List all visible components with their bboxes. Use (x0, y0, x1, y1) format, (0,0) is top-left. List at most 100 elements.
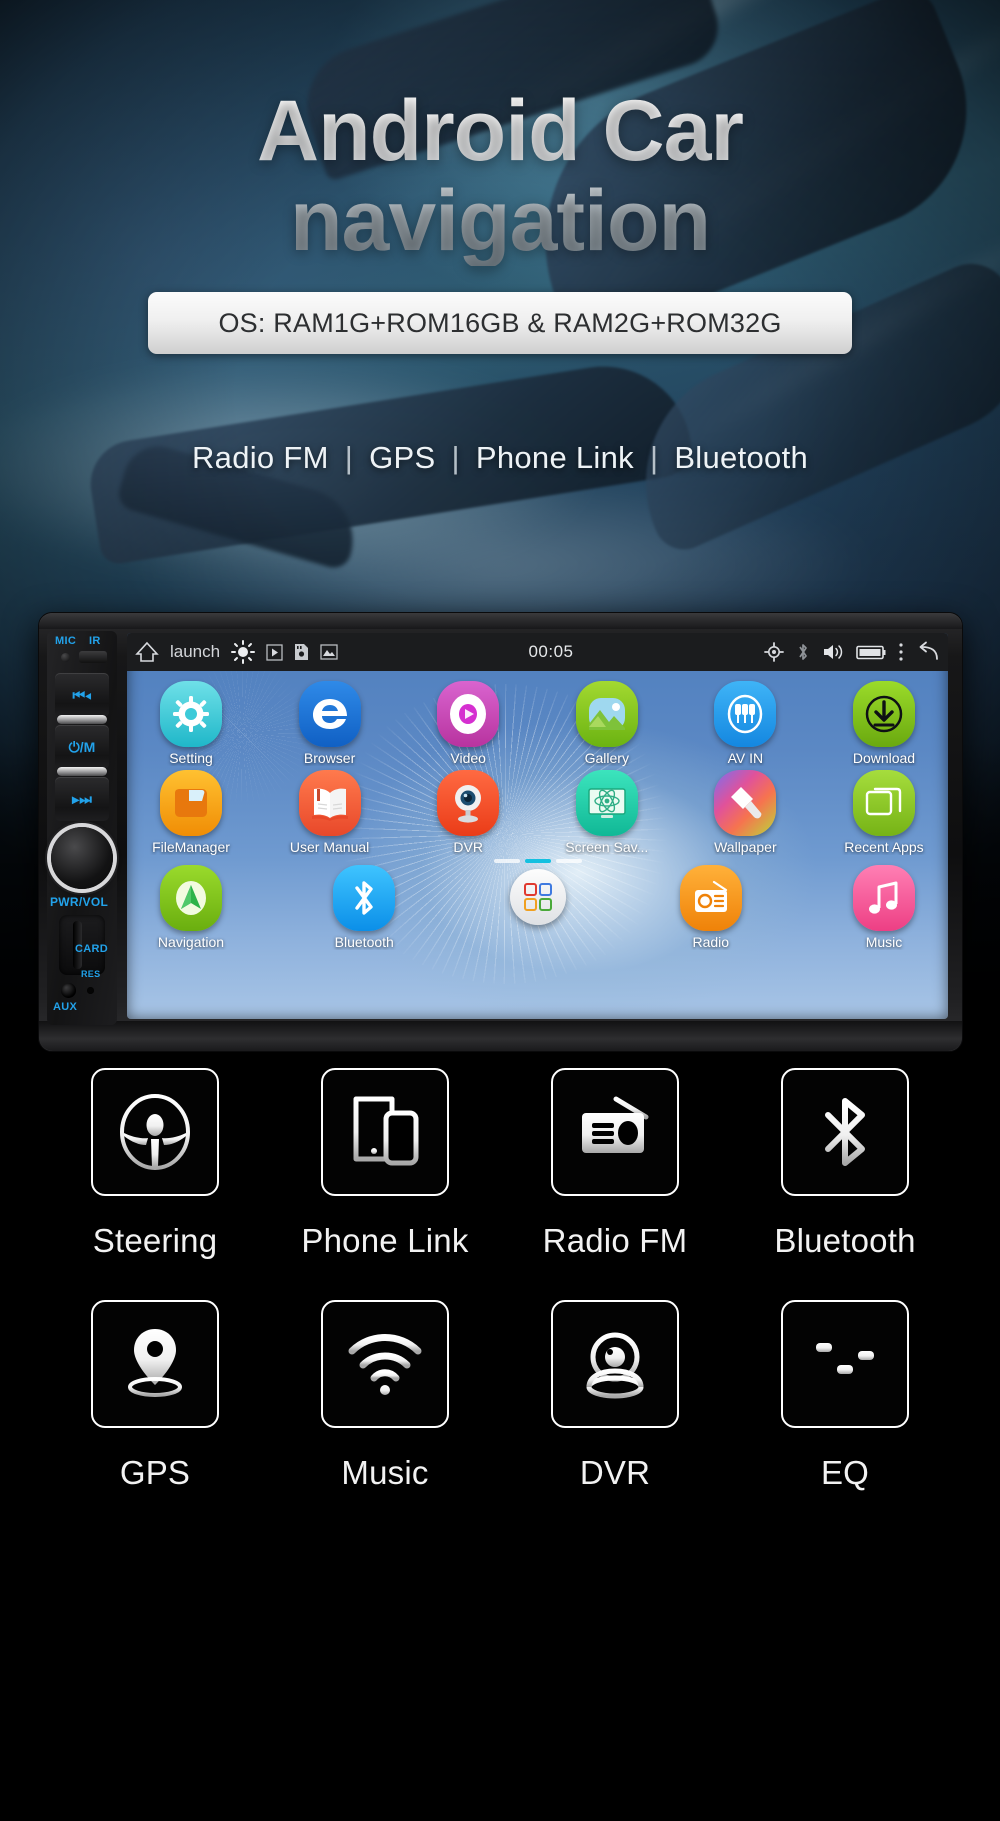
feature-tile-gps[interactable]: GPS (40, 1300, 270, 1492)
previous-track-button[interactable]: ⏮◂ (55, 673, 109, 717)
app-drawer-slot (484, 865, 592, 950)
app-music[interactable]: Music (830, 865, 938, 950)
navigation-icon (160, 865, 222, 931)
ir-receiver-window (79, 651, 107, 663)
app-label: Bluetooth (334, 934, 394, 950)
app-label: Gallery (584, 750, 629, 766)
feature-tile-steering[interactable]: Steering (40, 1068, 270, 1260)
feature-tile-bluetooth[interactable]: Bluetooth (730, 1068, 960, 1260)
feature-label: DVR (579, 1454, 651, 1491)
control-panel: MIC IR ⏮◂ ⏻/M ▸⏭ PWR/VOL CARD AUX RES (47, 631, 117, 1025)
home-icon[interactable] (135, 641, 159, 663)
app-radio[interactable]: Radio (657, 865, 765, 950)
aux-jack[interactable] (61, 983, 76, 998)
reset-hole[interactable] (87, 987, 94, 994)
launcher-label: launch (170, 642, 220, 661)
feature-label: Music (341, 1454, 429, 1491)
back-icon[interactable] (916, 641, 940, 663)
power-mode-button[interactable]: ⏻/M (55, 725, 109, 769)
av-in-icon (714, 681, 777, 747)
gps-pin-icon (91, 1300, 219, 1428)
app-label: Video (450, 750, 486, 766)
app-label: Browser (303, 750, 356, 766)
next-track-button[interactable]: ▸⏭ (55, 777, 109, 821)
app-drawer-icon[interactable] (509, 869, 566, 925)
app-row-1: Setting Browser Video Gallery AV IN Down… (137, 681, 938, 766)
button-ridge (57, 715, 107, 724)
app-label: Download (852, 750, 916, 766)
play-icon[interactable] (266, 643, 283, 661)
card-label: CARD (75, 943, 108, 955)
brush-icon (714, 770, 777, 836)
app-row-2: FileManager User Manual DVR Screen Sav..… (137, 770, 938, 855)
touchscreen[interactable]: launch 00:05 Setting Browser Video Galle… (127, 633, 948, 1019)
bluetooth-icon (781, 1068, 909, 1196)
next-track-label: ▸⏭ (72, 790, 92, 807)
feature-label: Radio FM (542, 1222, 688, 1259)
page-title: Android Car navigation (0, 86, 1000, 266)
app-wallpaper[interactable]: Wallpaper (691, 770, 799, 855)
reset-label: RES (81, 969, 101, 979)
app-label: Screen Sav... (565, 839, 649, 855)
page-dot[interactable] (555, 859, 582, 863)
aux-label: AUX (53, 1001, 78, 1013)
hero-feature-list: Radio FM | GPS | Phone Link | Bluetooth (0, 440, 1000, 476)
overflow-menu-icon[interactable] (898, 642, 904, 662)
feature-tile-phone-link[interactable]: Phone Link (270, 1068, 500, 1260)
app-user-manual[interactable]: User Manual (276, 770, 384, 855)
hero-feature-gps: GPS (369, 440, 436, 475)
app-label: AV IN (727, 750, 764, 766)
app-setting[interactable]: Setting (137, 681, 245, 766)
feature-label: Bluetooth (774, 1222, 916, 1259)
app-dvr[interactable]: DVR (414, 770, 522, 855)
app-download[interactable]: Download (830, 681, 938, 766)
app-video[interactable]: Video (414, 681, 522, 766)
music-icon (853, 865, 915, 931)
sdcard-icon[interactable] (294, 643, 309, 661)
feature-label: Steering (92, 1222, 218, 1259)
feature-tile-radio-fm[interactable]: Radio FM (500, 1068, 730, 1260)
battery-icon (856, 644, 886, 661)
app-screen-saver[interactable]: Screen Sav... (553, 770, 661, 855)
app-navigation[interactable]: Navigation (137, 865, 245, 950)
bluetooth-icon (333, 865, 396, 931)
feature-separator: | (451, 440, 460, 475)
app-label: FileManager (152, 839, 230, 855)
app-label: Music (865, 934, 903, 950)
app-label: Recent Apps (844, 839, 924, 855)
page-dot-active[interactable] (524, 859, 551, 863)
app-recent-apps[interactable]: Recent Apps (830, 770, 938, 855)
app-browser[interactable]: Browser (276, 681, 384, 766)
app-bluetooth[interactable]: Bluetooth (310, 865, 418, 950)
app-av-in[interactable]: AV IN (691, 681, 799, 766)
feature-tile-dvr[interactable]: DVR (500, 1300, 730, 1492)
feature-label: EQ (820, 1454, 870, 1491)
app-filemanager[interactable]: FileManager (137, 770, 245, 855)
wifi-music-icon (321, 1300, 449, 1428)
browser-icon (298, 681, 361, 747)
feature-tile-music[interactable]: Music (270, 1300, 500, 1492)
headline-line-1: Android Car (257, 83, 744, 179)
radio-fm-icon (551, 1068, 679, 1196)
gear-icon (160, 681, 222, 747)
screensaver-icon (575, 770, 638, 836)
app-gallery[interactable]: Gallery (553, 681, 661, 766)
power-volume-knob[interactable] (51, 827, 113, 889)
power-mode-label: ⏻/M (68, 738, 96, 755)
car-head-unit: MIC IR ⏮◂ ⏻/M ▸⏭ PWR/VOL CARD AUX RES la… (38, 612, 963, 1052)
bluetooth-icon[interactable] (796, 642, 810, 662)
image-icon[interactable] (320, 644, 338, 660)
brightness-icon[interactable] (231, 640, 255, 664)
headline-line-2: navigation (289, 173, 711, 269)
bezel-bottom (39, 1021, 962, 1051)
camera-icon (437, 770, 500, 836)
hero-feature-phone-link: Phone Link (475, 440, 634, 475)
download-icon (852, 681, 915, 747)
page-dot[interactable] (493, 859, 520, 863)
gps-icon[interactable] (764, 642, 784, 662)
hero-feature-radio-fm: Radio FM (191, 440, 329, 475)
feature-tile-eq[interactable]: EQ (730, 1300, 960, 1492)
volume-icon[interactable] (822, 643, 844, 661)
gallery-icon (575, 681, 638, 747)
feature-separator: | (649, 440, 659, 475)
